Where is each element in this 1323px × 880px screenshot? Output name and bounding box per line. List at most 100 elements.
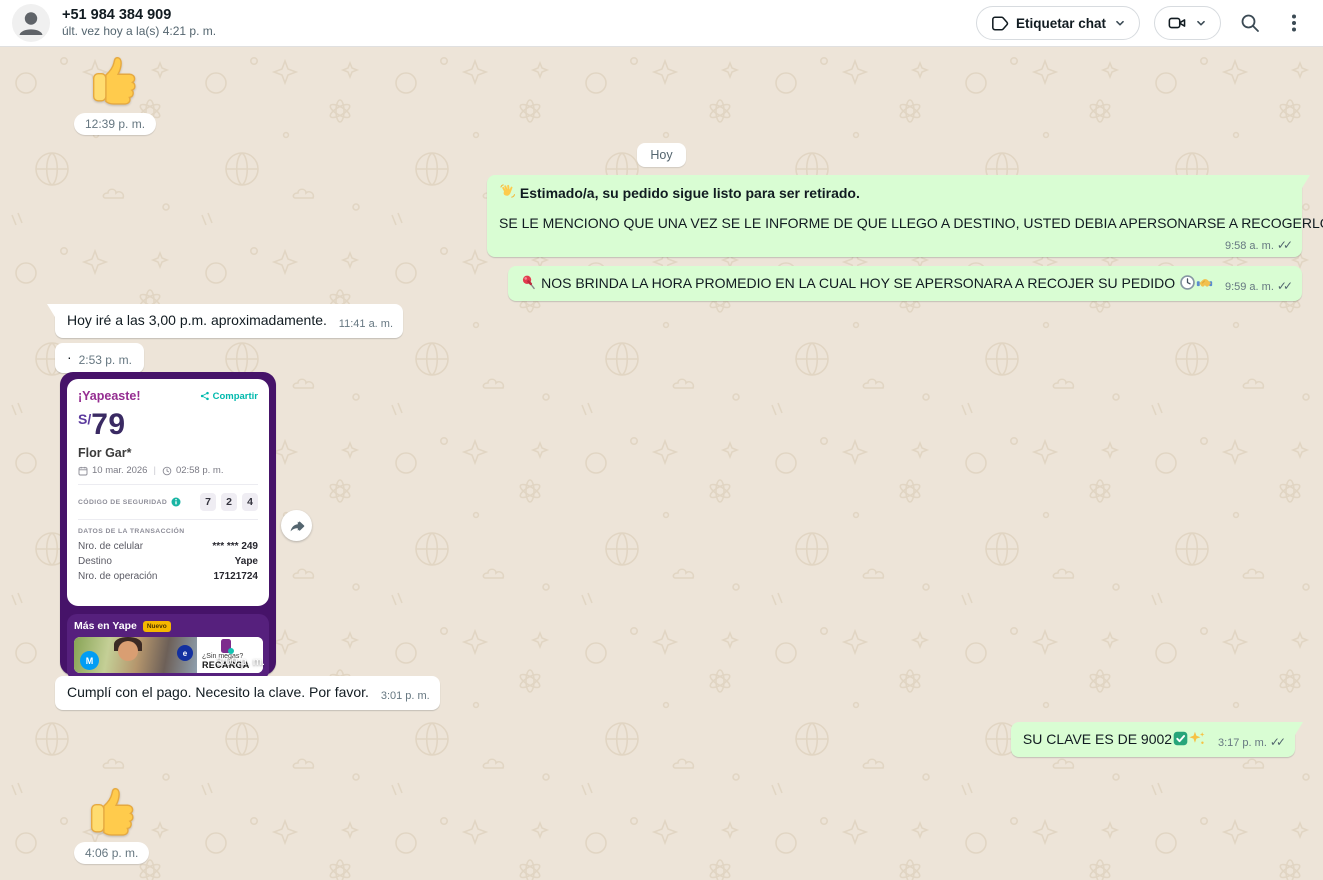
check-mark-button-emoji [1172,730,1189,747]
last-seen-status: últ. vez hoy a la(s) 4:21 p. m. [62,25,216,39]
message-bubble: Cumplí con el pago. Necesito la clave. P… [55,676,440,710]
forward-arrow-icon [287,516,307,536]
yape-card: ¡Yapeaste! Compartir S/79 Flor Gar* 10 m… [67,379,269,606]
timestamp: 3:01 p. m. [381,690,430,702]
handshake-emoji [1196,274,1213,291]
thumbs-up-emoji [84,782,140,838]
delivered-double-tick-icon: ✓✓ [1277,279,1292,293]
person-illustration [118,641,138,661]
divider [78,519,258,520]
message-incoming[interactable]: Hoy iré a las 3,00 p.m. aproximadamente.… [55,304,403,338]
video-camera-icon [1167,13,1187,33]
yape-title: ¡Yapeaste! [78,389,141,403]
message-meta: 3:17 p. m.✓✓ [1218,733,1285,749]
message-bubble: Estimado/a, su pedido sigue listo para s… [487,175,1302,257]
row-label: Nro. de celular [78,541,143,552]
contact-avatar[interactable] [12,4,50,42]
row-label: Destino [78,556,112,567]
conversation-panel[interactable]: 12:39 p. m. Hoy Estimado/a, su pedido si… [0,47,1323,880]
message-meta: 9:59 a. m.✓✓ [1225,277,1292,293]
message-outgoing[interactable]: Estimado/a, su pedido sigue listo para s… [487,175,1302,257]
message-text: Estimado/a, su pedido sigue listo para s… [520,185,860,201]
timestamp: 3:17 p. m. [1218,737,1267,749]
contact-info[interactable]: +51 984 384 909 últ. vez hoy a la(s) 4:2… [62,7,216,39]
more-in-yape-section: Más en Yape Nuevo M e ¿Sin megas? [67,614,269,679]
security-digit: 7 [200,493,216,511]
payment-time: 02:58 p. m. [176,465,224,476]
movistar-logo: M [80,651,99,670]
payment-date: 10 mar. 2026 [92,465,147,476]
message-text: Cumplí con el pago. Necesito la clave. P… [67,684,369,700]
message-bubble: · 2:53 p. m. [55,343,144,373]
pushpin-emoji [520,274,537,291]
message-time-pill: 12:39 p. m. [74,113,156,135]
payee-name: Flor Gar* [78,446,258,460]
timestamp: 4:06 p. m. [74,842,149,864]
search-icon [1239,12,1261,34]
kebab-menu-icon [1283,12,1305,34]
message-meta: 2:53 p. m. [79,351,132,367]
timestamp: 9:58 a. m. [1225,240,1274,252]
clock-emoji [1179,274,1196,291]
timestamp: 12:39 p. m. [74,113,156,135]
security-code-text: CÓDIGO DE SEGURIDAD [78,499,167,506]
thumbs-up-emoji [86,51,142,107]
payment-datetime: 10 mar. 2026 | 02:58 p. m. [78,465,258,476]
promo-photo: M e [74,637,197,673]
video-call-button[interactable] [1154,6,1221,40]
clock-icon [162,466,172,476]
message-text: NOS BRINDA LA HORA PROMEDIO EN LA CUAL H… [541,275,1175,291]
security-digit: 4 [242,493,258,511]
message-outgoing[interactable]: SU CLAVE ES DE 9002 3:17 p. m.✓✓ [1011,722,1295,757]
security-code-label: CÓDIGO DE SEGURIDAD [78,497,181,507]
message-incoming-image[interactable]: ¡Yapeaste! Compartir S/79 Flor Gar* 10 m… [60,372,276,675]
delivered-double-tick-icon: ✓✓ [1277,238,1292,252]
yape-receipt-image[interactable]: ¡Yapeaste! Compartir S/79 Flor Gar* 10 m… [60,372,276,675]
forward-message-button[interactable] [281,510,312,541]
message-meta: 11:41 a. m. [339,314,393,330]
message-text: SE LE MENCIONO QUE UNA VEZ SE LE INFORME… [499,215,1323,231]
chevron-down-icon [1194,16,1208,30]
message-emoji-thumbs-up[interactable] [84,782,140,838]
search-button[interactable] [1235,8,1265,38]
message-bubble: NOS BRINDA LA HORA PROMEDIO EN LA CUAL H… [508,266,1302,301]
security-code-row: CÓDIGO DE SEGURIDAD 7 2 4 [78,493,258,511]
date-divider: Hoy [0,143,1323,167]
timestamp: 11:41 a. m. [339,318,393,330]
message-time-pill: 4:06 p. m. [74,842,149,864]
timestamp: 2:53 p. m. [79,353,132,367]
message-text: SU CLAVE ES DE 9002 [1023,731,1172,747]
entel-logo: e [177,645,193,661]
forward-button-row [281,510,312,541]
share-link: Compartir [200,391,258,402]
tag-icon [989,13,1009,33]
image-timestamp: 3:00 p. m. [216,656,265,668]
default-person-icon [12,4,50,42]
message-bubble: SU CLAVE ES DE 9002 3:17 p. m.✓✓ [1011,722,1295,757]
date-divider-label: Hoy [637,143,685,167]
header-actions: Etiquetar chat [976,6,1309,40]
chat-header: +51 984 384 909 últ. vez hoy a la(s) 4:2… [0,0,1323,47]
separator: | [153,465,155,476]
message-meta: 3:01 p. m. [381,686,430,702]
label-chat-text: Etiquetar chat [1016,16,1106,31]
sparkles-emoji [1189,730,1206,747]
security-digits: 7 2 4 [200,493,258,511]
contact-name: +51 984 384 909 [62,7,216,24]
message-incoming[interactable]: · 2:53 p. m. [55,343,144,373]
message-bubble: Hoy iré a las 3,00 p.m. aproximadamente.… [55,304,403,338]
message-incoming[interactable]: Cumplí con el pago. Necesito la clave. P… [55,676,440,710]
message-text: · [67,349,72,365]
row-value: *** *** 249 [212,541,258,552]
new-badge: Nuevo [143,621,171,632]
share-icon [200,391,210,401]
message-emoji-thumbs-up[interactable] [86,51,142,107]
menu-button[interactable] [1279,8,1309,38]
transaction-data-label: DATOS DE LA TRANSACCIÓN [78,528,258,535]
label-chat-button[interactable]: Etiquetar chat [976,6,1140,40]
chevron-down-icon [1113,16,1127,30]
message-line-2: SE LE MENCIONO QUE UNA VEZ SE LE INFORME… [499,214,1290,231]
currency-symbol: S/ [78,411,91,427]
row-value: Yape [235,556,258,567]
message-outgoing[interactable]: NOS BRINDA LA HORA PROMEDIO EN LA CUAL H… [508,266,1302,301]
